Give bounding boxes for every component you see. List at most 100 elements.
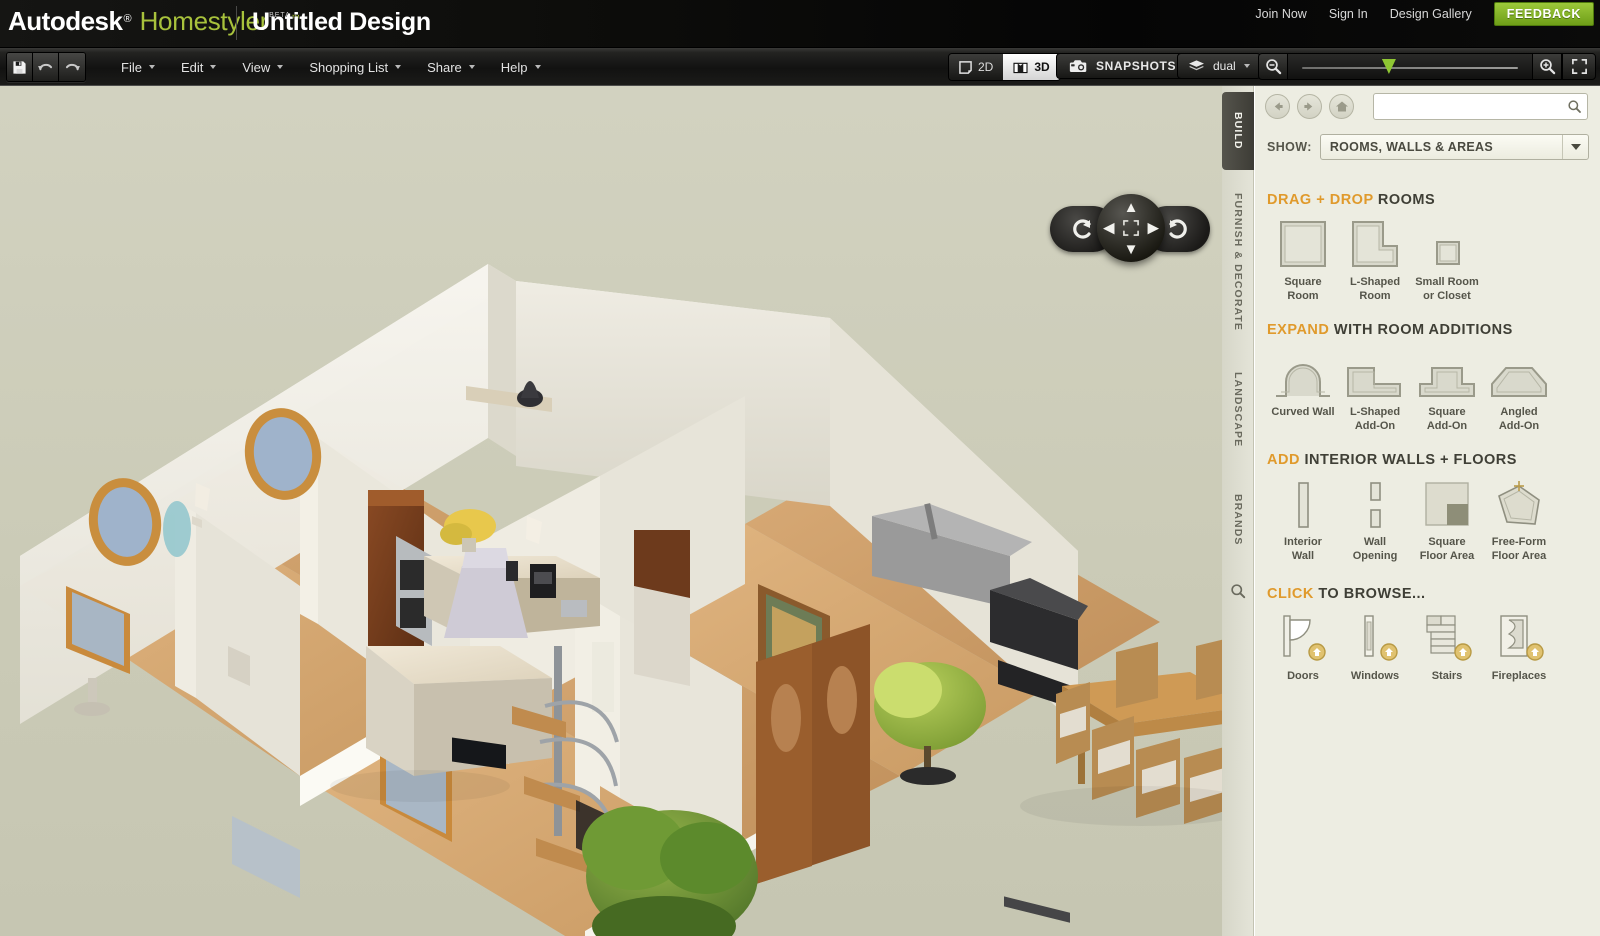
section-title-rest: TO BROWSE... xyxy=(1313,586,1426,602)
item-square-floor-area-label: Square Floor Area xyxy=(1419,536,1475,562)
sidebar-tab-furnish-decorate[interactable]: FURNISH & DECORATE xyxy=(1222,182,1254,342)
view-mode-2d-button[interactable]: 2D xyxy=(949,54,1004,80)
section-title-rest: INTERIOR WALLS + FLOORS xyxy=(1299,452,1517,468)
sidebar-tab-brands[interactable]: BRANDS xyxy=(1222,478,1254,562)
item-wall-opening[interactable]: Wall Opening xyxy=(1339,478,1411,564)
menu-shopping-list[interactable]: Shopping List xyxy=(296,56,414,79)
item-windows[interactable]: Windows xyxy=(1339,612,1411,684)
window-icon xyxy=(1347,612,1403,664)
pan-pad[interactable]: ▲ ▼ ◀ ▶ xyxy=(1097,194,1165,262)
item-interior-wall[interactable]: Interior Wall xyxy=(1267,478,1339,564)
save-button[interactable] xyxy=(7,53,33,81)
panel-home-button[interactable] xyxy=(1329,94,1354,119)
chevron-right-icon[interactable]: ▶ xyxy=(1147,221,1159,236)
chevron-up-icon[interactable]: ▲ xyxy=(1124,200,1139,215)
zoom-slider[interactable] xyxy=(1288,53,1532,80)
panel-search-input[interactable] xyxy=(1374,99,1561,114)
menu-share-label: Share xyxy=(427,59,462,75)
room-items: Square Room L-Shaped Room Small Room or … xyxy=(1267,218,1589,304)
floorplan-3d-scene[interactable] xyxy=(0,86,1222,936)
rotate-right-icon xyxy=(1169,219,1187,239)
section-title-highlight: DRAG + DROP xyxy=(1267,192,1374,208)
snapshots-button[interactable]: SNAPSHOTS xyxy=(1056,53,1190,79)
item-square-addon[interactable]: Square Add-On xyxy=(1411,348,1483,434)
sidebar-tab-strip: BUILD FURNISH & DECORATE LANDSCAPE BRAND… xyxy=(1222,86,1254,936)
section-click-to-browse: CLICK TO BROWSE... Doors Windows Stairs … xyxy=(1267,586,1589,684)
document-title[interactable]: Untitled Design xyxy=(252,8,431,37)
square-room-icon xyxy=(1277,218,1329,270)
join-now-link[interactable]: Join Now xyxy=(1255,7,1306,21)
menu-view-label: View xyxy=(242,59,271,75)
item-doors-label: Doors xyxy=(1287,670,1319,682)
menu-help[interactable]: Help xyxy=(488,56,554,79)
panel-forward-button[interactable] xyxy=(1297,94,1322,119)
item-free-form-floor-area[interactable]: Free-Form Floor Area xyxy=(1483,478,1555,564)
item-square-room[interactable]: Square Room xyxy=(1267,218,1339,304)
section-title-click-to-browse: CLICK TO BROWSE... xyxy=(1267,586,1589,602)
item-square-room-label: Square Room xyxy=(1284,276,1322,302)
section-title-room-additions: EXPAND WITH ROOM ADDITIONS xyxy=(1267,322,1589,338)
item-small-room[interactable]: Small Room or Closet xyxy=(1411,218,1483,304)
undo-icon xyxy=(38,63,53,71)
chevron-left-icon[interactable]: ◀ xyxy=(1103,221,1115,236)
logo-autodesk: Autodesk xyxy=(8,6,123,36)
menu-view[interactable]: View xyxy=(229,56,296,79)
item-l-shaped-addon-label: L-Shaped Add-On xyxy=(1349,406,1401,432)
chevron-down-icon[interactable]: ▼ xyxy=(1124,242,1139,257)
feedback-button[interactable]: FEEDBACK xyxy=(1493,2,1594,26)
logo-registered-mark: ® xyxy=(123,13,132,25)
redo-button[interactable] xyxy=(59,53,85,81)
view-mode-toggle: 2D 3D xyxy=(948,53,1061,81)
item-l-shaped-room-label: L-Shaped Room xyxy=(1349,276,1401,302)
menu-share[interactable]: Share xyxy=(414,56,488,79)
menu-file[interactable]: File xyxy=(108,56,168,79)
l-shaped-addon-icon xyxy=(1344,348,1406,400)
item-doors[interactable]: Doors xyxy=(1267,612,1339,684)
sidebar-tab-brands-label: BRANDS xyxy=(1232,494,1244,546)
design-gallery-link[interactable]: Design Gallery xyxy=(1390,7,1472,21)
item-fireplaces[interactable]: Fireplaces xyxy=(1483,612,1555,684)
render-quality-button[interactable]: dual xyxy=(1177,53,1261,79)
undo-button[interactable] xyxy=(33,53,59,81)
show-filter-select[interactable]: ROOMS, WALLS & AREAS xyxy=(1319,134,1589,160)
logo-homestyler: Homestyler xyxy=(139,6,269,36)
panel-search[interactable] xyxy=(1373,93,1588,120)
item-l-shaped-addon[interactable]: L-Shaped Add-On xyxy=(1339,348,1411,434)
fullscreen-button[interactable] xyxy=(1562,53,1596,80)
item-angled-addon[interactable]: Angled Add-On xyxy=(1483,348,1555,434)
chevron-down-icon[interactable] xyxy=(1562,135,1588,159)
brand-bar: Autodesk ® Homestyler BETA ™ Untitled De… xyxy=(0,0,1600,48)
sign-in-link[interactable]: Sign In xyxy=(1329,7,1368,21)
interior-wall-icon xyxy=(1277,478,1329,530)
chevron-down-icon xyxy=(468,65,475,69)
section-interior-walls-floors: ADD INTERIOR WALLS + FLOORS Interior Wal… xyxy=(1267,452,1589,564)
item-stairs[interactable]: Stairs xyxy=(1411,612,1483,684)
file-toolbar-group xyxy=(6,52,86,82)
section-room-additions: EXPAND WITH ROOM ADDITIONS Curved Wall L… xyxy=(1267,322,1589,434)
zoom-out-button[interactable] xyxy=(1258,53,1288,80)
stairs-icon xyxy=(1419,612,1475,664)
section-title-highlight: CLICK xyxy=(1267,586,1314,602)
item-curved-wall[interactable]: Curved Wall xyxy=(1267,348,1339,434)
panel-search-button[interactable] xyxy=(1561,94,1587,119)
panel-nav xyxy=(1265,94,1354,119)
item-square-floor-area[interactable]: Square Floor Area xyxy=(1411,478,1483,564)
design-viewport[interactable]: ▲ ▼ ◀ ▶ xyxy=(0,86,1222,936)
chevron-down-icon xyxy=(1243,64,1250,68)
save-icon xyxy=(13,60,26,74)
item-l-shaped-room[interactable]: L-Shaped Room xyxy=(1339,218,1411,304)
item-curved-wall-label: Curved Wall xyxy=(1271,406,1335,418)
zoom-in-button[interactable] xyxy=(1532,53,1562,80)
recenter-icon[interactable] xyxy=(1123,220,1140,237)
panel-back-button[interactable] xyxy=(1265,94,1290,119)
sidebar-tab-build[interactable]: BUILD xyxy=(1222,92,1254,170)
sidebar-tab-landscape[interactable]: LANDSCAPE xyxy=(1222,354,1254,466)
section-title-highlight: EXPAND xyxy=(1267,322,1330,338)
sidebar-tab-search[interactable] xyxy=(1222,574,1254,608)
search-icon xyxy=(1567,100,1581,113)
view-mode-3d-button[interactable]: 3D xyxy=(1003,54,1060,80)
menu-edit[interactable]: Edit xyxy=(168,56,229,79)
navigation-widget[interactable]: ▲ ▼ ◀ ▶ xyxy=(1050,186,1210,274)
zoom-in-icon xyxy=(1539,59,1555,75)
zoom-out-icon xyxy=(1265,59,1281,75)
